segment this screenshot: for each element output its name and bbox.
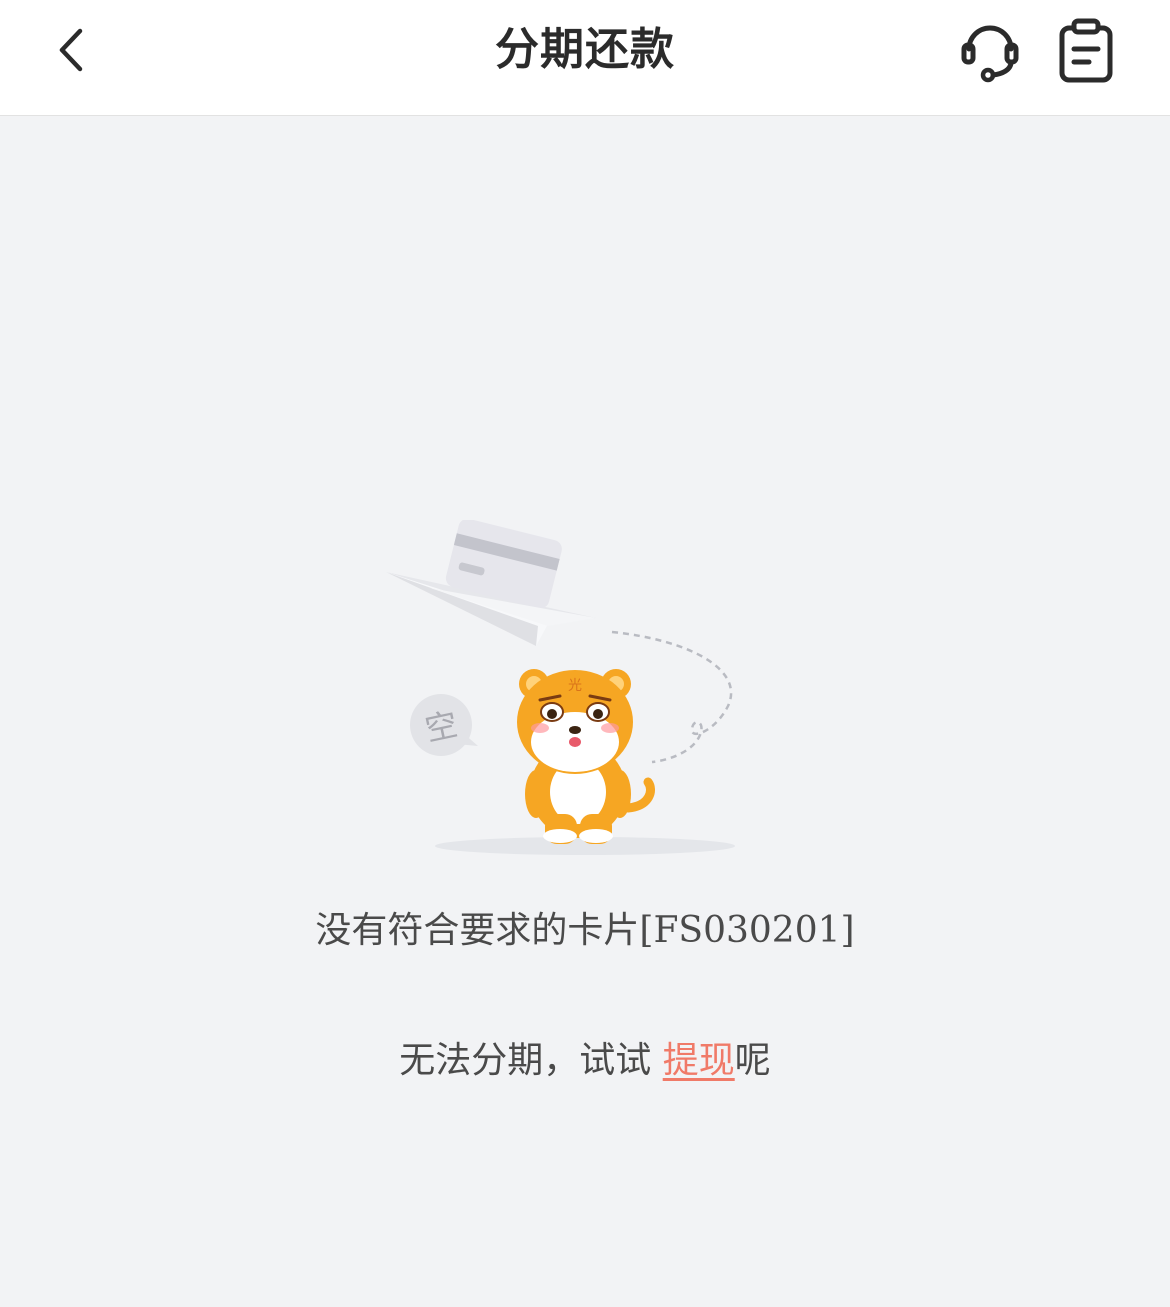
withdraw-link[interactable]: 提现 xyxy=(663,1040,735,1081)
hint-prefix: 无法分期，试试 xyxy=(399,1040,663,1081)
flight-path xyxy=(611,630,733,764)
customer-service-button[interactable] xyxy=(952,12,1028,88)
speech-bubble-icon: 空 xyxy=(410,694,478,756)
hint-text: 无法分期，试试 提现呢 xyxy=(0,1036,1170,1086)
records-button[interactable] xyxy=(1050,12,1122,88)
hint-suffix: 呢 xyxy=(734,1040,771,1081)
empty-state-illustration: 空 光 xyxy=(386,520,735,855)
clipboard-icon xyxy=(1059,18,1113,83)
tiger-forehead-badge: 光 xyxy=(568,678,582,694)
tiger-mascot-icon: 光 xyxy=(517,669,655,844)
empty-state-message: 没有符合要求的卡片[FS030201] xyxy=(315,910,855,951)
top-bar: 分期还款 xyxy=(0,0,1170,116)
headset-icon xyxy=(961,25,1019,83)
